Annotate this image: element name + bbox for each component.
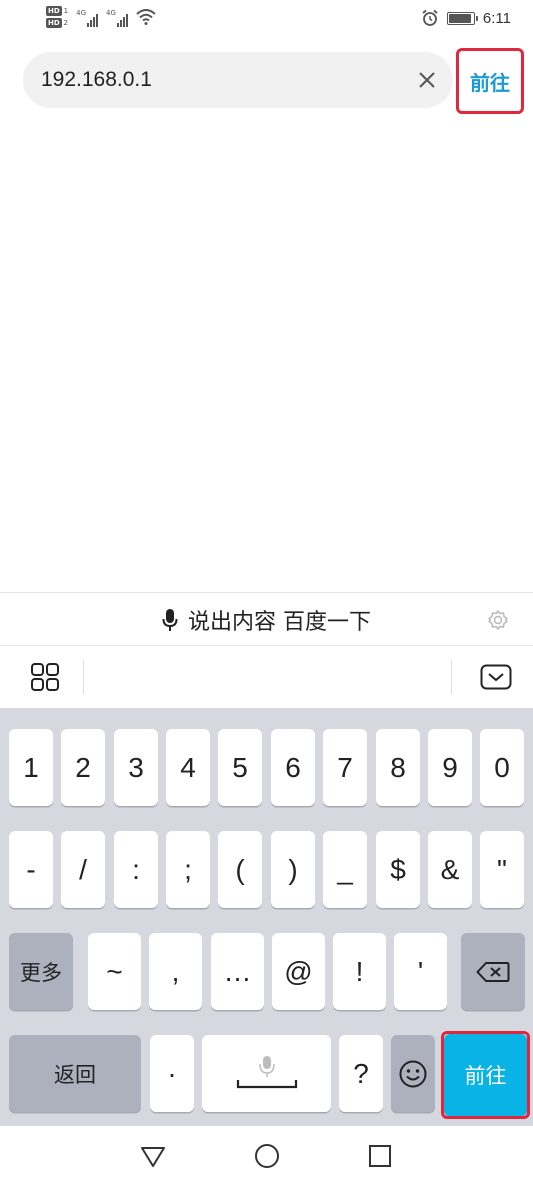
battery-fill [448,13,471,23]
hd-indicators: HD 1 HD 2 [46,6,68,28]
backspace-key[interactable] [461,933,525,1010]
microphone-icon [162,609,178,631]
network-type-2: 4G [106,9,116,17]
space-key[interactable] [202,1035,331,1112]
back-key[interactable]: 返回 [9,1035,141,1112]
voice-search-bar[interactable]: 说出内容 百度一下 [0,592,533,646]
hd-badge: HD [46,6,62,16]
key-hyphen[interactable]: - [9,831,53,908]
status-bar-right: 6:11 [421,9,511,27]
url-input[interactable] [41,52,401,108]
voice-prompt[interactable]: 说出内容 百度一下 [0,593,533,647]
key-double-quote[interactable]: " [480,831,524,908]
key-semicolon[interactable]: ; [166,831,210,908]
key-0[interactable]: 0 [480,729,524,806]
sim2-number: 2 [63,19,69,27]
key-7[interactable]: 7 [323,729,367,806]
status-bar-left: HD 1 HD 2 4G 4G [46,6,156,28]
key-open-paren[interactable]: ( [218,831,262,908]
backspace-icon [476,961,510,982]
address-bar [23,52,453,108]
recents-square-icon[interactable] [366,1142,394,1170]
alarm-icon [422,9,438,26]
key-close-paren[interactable]: ) [271,831,315,908]
key-3[interactable]: 3 [114,729,158,806]
key-question[interactable]: ? [339,1035,383,1112]
network-type-1: 4G [76,9,87,17]
hd-sim1: HD 1 [46,6,68,16]
close-icon [419,72,435,88]
system-navigation-bar [0,1126,533,1184]
key-exclamation[interactable]: ! [333,933,386,1010]
grid-menu-icon[interactable] [28,660,62,694]
key-dollar[interactable]: $ [376,831,420,908]
key-4[interactable]: 4 [166,729,210,806]
emoji-key[interactable] [391,1035,435,1112]
key-1[interactable]: 1 [9,729,53,806]
key-underscore[interactable]: _ [323,831,367,908]
key-5[interactable]: 5 [218,729,262,806]
emoji-icon [399,1060,427,1087]
key-apostrophe[interactable]: ' [394,933,447,1010]
key-colon[interactable]: : [114,831,158,908]
toolbar-divider [83,660,84,694]
wifi-icon [136,9,156,25]
key-ampersand[interactable]: & [428,831,472,908]
key-tilde[interactable]: ~ [88,933,141,1010]
clock-time: 6:11 [482,9,511,27]
key-6[interactable]: 6 [271,729,315,806]
hd-sim2: HD 2 [46,18,68,28]
key-8[interactable]: 8 [376,729,420,806]
key-at[interactable]: @ [272,933,325,1010]
key-middle-dot[interactable]: · [150,1035,194,1112]
more-symbols-key[interactable]: 更多 [9,933,73,1010]
status-bar: HD 1 HD 2 4G 4G 6:11 [0,0,533,38]
voice-prompt-text: 说出内容 百度一下 [188,610,371,635]
signal-icon: 4G [76,7,99,27]
key-slash[interactable]: / [61,831,105,908]
clear-url-button[interactable] [415,68,439,92]
go-button[interactable]: 前往 [456,48,524,114]
gear-icon[interactable] [487,609,509,631]
toolbar-divider [451,660,452,694]
key-9[interactable]: 9 [428,729,472,806]
hd-badge: HD [46,18,62,28]
battery-icon [446,11,478,25]
back-triangle-icon[interactable] [139,1142,167,1170]
space-voice-icon [236,1055,297,1088]
go-key[interactable]: 前往 [444,1034,527,1116]
key-comma[interactable]: , [149,933,202,1010]
keyboard-toolbar [0,646,533,708]
key-ellipsis[interactable]: … [211,933,264,1010]
signal-icon: 4G [106,7,128,27]
sim1-number: 1 [63,7,69,15]
key-2[interactable]: 2 [61,729,105,806]
hide-keyboard-icon[interactable] [480,664,512,690]
home-circle-icon[interactable] [253,1142,281,1170]
